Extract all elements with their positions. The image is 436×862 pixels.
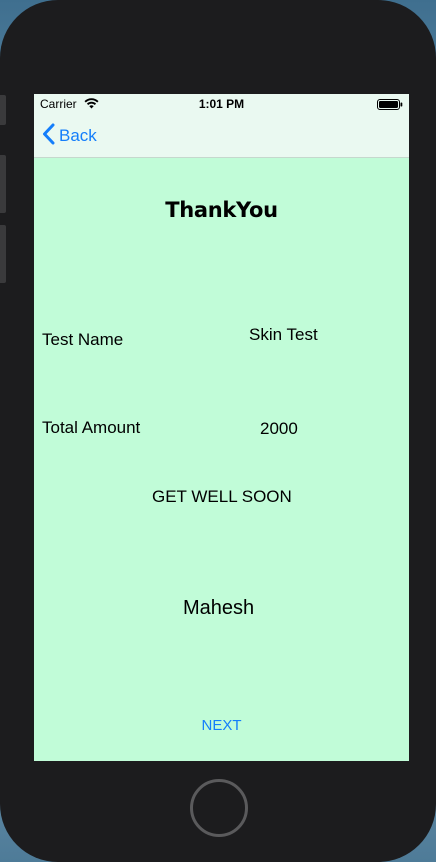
mute-switch: [0, 95, 6, 125]
navigation-bar: Back: [34, 114, 409, 158]
battery-icon: [377, 99, 403, 113]
back-label: Back: [59, 126, 97, 145]
test-name-label: Test Name: [42, 330, 124, 349]
status-time: 1:01 PM: [198, 97, 245, 111]
total-amount-value: 2000: [260, 419, 298, 438]
patient-name: Mahesh: [183, 597, 255, 619]
status-bar: Carrier 1:01 PM: [34, 94, 409, 114]
get-well-message: GET WELL SOON: [152, 487, 292, 506]
chevron-left-icon: [42, 123, 55, 150]
total-amount-label: Total Amount: [42, 418, 141, 437]
volume-up-button: [0, 155, 6, 213]
test-name-value: Skin Test: [249, 325, 318, 344]
home-button[interactable]: [190, 779, 248, 837]
phone-frame: Carrier 1:01 PM Back ThankYou Test Name …: [0, 0, 436, 862]
back-button[interactable]: Back: [42, 123, 97, 149]
volume-down-button: [0, 225, 6, 283]
app-screen: Carrier 1:01 PM Back ThankYou Test Name …: [34, 94, 409, 761]
page-title: ThankYou: [165, 198, 278, 222]
next-button[interactable]: NEXT: [34, 717, 409, 734]
